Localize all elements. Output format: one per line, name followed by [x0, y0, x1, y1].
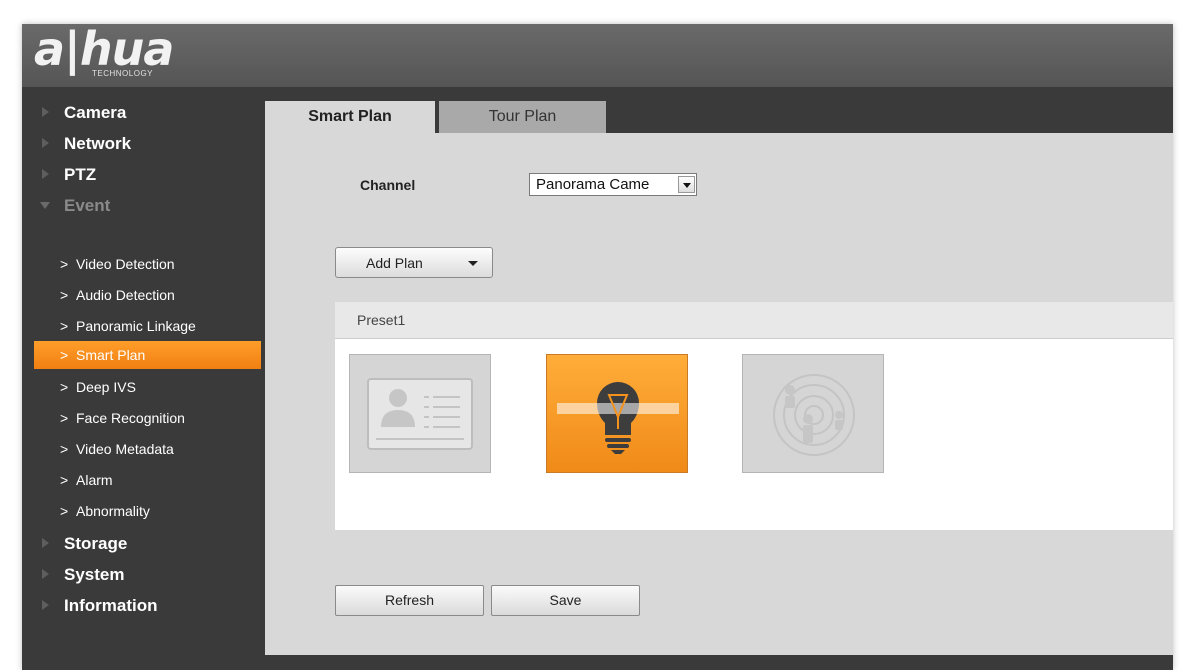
smart-plan-panel: Channel Panorama Came Add Plan Preset1 R… [265, 133, 1173, 655]
caret-down-icon [468, 261, 478, 266]
sidebar-subitem-label: Abnormality [76, 503, 150, 519]
tab-smart-plan[interactable]: Smart Plan [265, 101, 435, 133]
logo-subtitle: TECHNOLOGY [92, 69, 154, 78]
sidebar-subitem-label: Deep IVS [76, 379, 136, 395]
app-window: a|hua TECHNOLOGY Camera Network PTZ Even… [22, 24, 1173, 670]
channel-value: Panorama Came [536, 176, 650, 193]
dropdown-arrow-icon[interactable] [678, 176, 695, 193]
people-radar-icon [773, 374, 855, 456]
sidebar-item-label: PTZ [64, 165, 97, 184]
chevron-right-icon: > [60, 472, 69, 488]
plan-tile-lightbulb[interactable] [546, 354, 688, 473]
sidebar-subitem-alarm[interactable]: > Alarm [34, 466, 261, 494]
chevron-right-icon: > [60, 503, 69, 519]
chevron-right-icon: > [60, 318, 69, 334]
sidebar-subitem-panoramic-linkage[interactable]: > Panoramic Linkage [34, 312, 261, 340]
sidebar-subitem-label: Face Recognition [76, 410, 185, 426]
sidebar-item-label: Event [64, 196, 111, 215]
add-plan-button[interactable]: Add Plan [335, 247, 493, 278]
sidebar-item-information[interactable]: Information [22, 590, 262, 620]
chevron-right-icon: > [60, 441, 69, 457]
chevron-right-icon: > [60, 347, 69, 363]
preset-header: Preset1 [335, 302, 1173, 339]
sidebar-item-ptz[interactable]: PTZ [22, 159, 262, 189]
preset-panel: Preset1 [335, 302, 1173, 530]
sidebar-subitem-label: Alarm [76, 472, 113, 488]
triangle-right-icon [42, 600, 49, 610]
add-plan-label: Add Plan [366, 255, 423, 271]
sidebar-subitem-label: Panoramic Linkage [76, 318, 196, 334]
sidebar-item-label: Information [64, 596, 158, 615]
sidebar: Camera Network PTZ Event > Video Detecti… [22, 87, 262, 670]
plan-tile-people-radar[interactable] [742, 354, 884, 473]
chevron-right-icon: > [60, 256, 69, 272]
chevron-right-icon: > [60, 379, 69, 395]
sidebar-subitem-abnormality[interactable]: > Abnormality [34, 497, 261, 525]
preset-title: Preset1 [357, 312, 406, 328]
refresh-button[interactable]: Refresh [335, 585, 484, 616]
sidebar-subitem-label: Video Detection [76, 256, 175, 272]
triangle-right-icon [42, 169, 49, 179]
sidebar-subitem-label: Audio Detection [76, 287, 175, 303]
sidebar-subitem-video-metadata[interactable]: > Video Metadata [34, 435, 261, 463]
channel-select[interactable]: Panorama Came [529, 173, 697, 196]
save-button[interactable]: Save [491, 585, 640, 616]
sidebar-item-network[interactable]: Network [22, 128, 262, 158]
sidebar-item-event[interactable]: Event [22, 190, 262, 220]
sidebar-subitem-deep-ivs[interactable]: > Deep IVS [34, 373, 261, 401]
sidebar-item-label: System [64, 565, 125, 584]
sidebar-item-label: Storage [64, 534, 128, 553]
plan-tile-face-card[interactable] [349, 354, 491, 473]
triangle-right-icon [42, 107, 49, 117]
main-content: Smart Plan Tour Plan Channel Panorama Ca… [262, 87, 1173, 655]
tab-tour-plan[interactable]: Tour Plan [439, 101, 606, 133]
triangle-down-icon [40, 202, 50, 209]
sidebar-item-system[interactable]: System [22, 559, 262, 589]
sidebar-item-camera[interactable]: Camera [22, 97, 262, 127]
triangle-right-icon [42, 569, 49, 579]
top-header: a|hua TECHNOLOGY [22, 24, 1173, 87]
face-card-icon [367, 378, 473, 450]
tab-bar: Smart Plan Tour Plan [262, 87, 1173, 133]
sidebar-item-label: Network [64, 134, 132, 153]
triangle-right-icon [42, 138, 49, 148]
chevron-right-icon: > [60, 410, 69, 426]
sidebar-item-storage[interactable]: Storage [22, 528, 262, 558]
sidebar-subitem-label: Smart Plan [76, 347, 146, 363]
channel-label: Channel [360, 177, 416, 193]
sidebar-item-label: Camera [64, 103, 127, 122]
lightbulb-icon [557, 382, 679, 454]
sidebar-subitem-audio-detection[interactable]: > Audio Detection [34, 281, 261, 309]
sidebar-subitem-smart-plan[interactable]: > Smart Plan [34, 341, 261, 369]
triangle-right-icon [42, 538, 49, 548]
footer-bar [22, 655, 1173, 670]
sidebar-subitem-video-detection[interactable]: > Video Detection [34, 250, 261, 278]
sidebar-subitem-label: Video Metadata [76, 441, 174, 457]
chevron-right-icon: > [60, 287, 69, 303]
sidebar-subitem-face-recognition[interactable]: > Face Recognition [34, 404, 261, 432]
